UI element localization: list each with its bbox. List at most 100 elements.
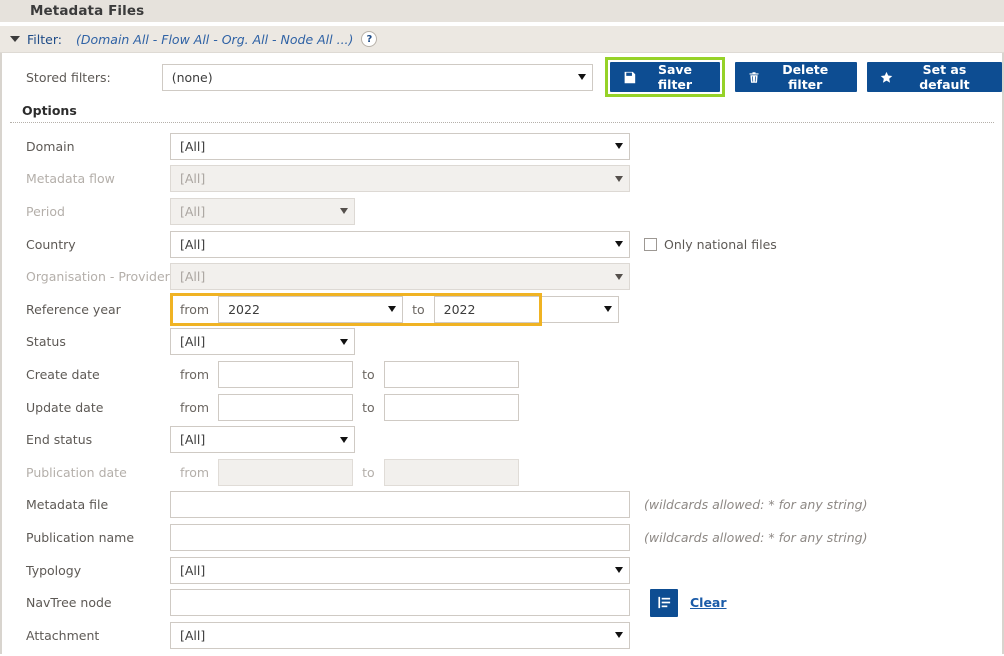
country-value: [All] xyxy=(180,236,206,252)
chevron-down-icon xyxy=(615,567,623,574)
chevron-down-icon xyxy=(388,306,397,313)
row-country: Country [All] Only national files xyxy=(2,228,1002,261)
row-typology: Typology [All] xyxy=(2,554,1002,587)
metadata-flow-label: Metadata flow xyxy=(26,171,115,187)
stored-filters-buttons: Save filter Delete filter Set as default xyxy=(605,57,1002,97)
publication-name-hint: (wildcards allowed: * for any string) xyxy=(644,529,868,545)
chevron-down-icon xyxy=(615,175,623,182)
row-publication-date: Publication date from to xyxy=(2,456,1002,489)
country-label: Country xyxy=(26,236,76,252)
clear-control: Clear xyxy=(650,588,727,617)
end-status-value: [All] xyxy=(180,432,206,448)
row-period: Period [All] xyxy=(2,195,1002,228)
update-date-to-input[interactable] xyxy=(383,393,519,421)
attachment-select[interactable]: [All] xyxy=(170,621,630,649)
row-attachment: Attachment [All] xyxy=(2,619,1002,652)
stored-filters-value: (none) xyxy=(171,69,213,85)
chevron-down-icon xyxy=(340,338,348,345)
row-domain: Domain [All] xyxy=(2,130,1002,163)
save-filter-label: Save filter xyxy=(657,62,693,92)
create-date-to-label: to xyxy=(362,366,375,382)
filter-panel: Stored filters: (none) Save filter Delet… xyxy=(0,53,1004,654)
publication-date-to-label: to xyxy=(362,464,375,480)
set-as-default-label: Set as default xyxy=(919,62,970,92)
status-label: Status xyxy=(26,334,66,350)
chevron-down-icon xyxy=(615,143,623,150)
organisation-provider-label: Organisation - Provider xyxy=(26,269,170,285)
reference-year-from-label: from xyxy=(180,301,210,317)
chevron-down-icon xyxy=(615,632,623,639)
metadata-flow-select: [All] xyxy=(170,165,630,193)
domain-select[interactable]: [All] xyxy=(170,132,630,160)
triangle-down-icon[interactable] xyxy=(10,36,20,42)
end-status-select[interactable]: [All] xyxy=(170,426,355,454)
reference-year-to-select[interactable]: 2022 xyxy=(433,295,619,323)
chevron-down-icon xyxy=(340,436,348,443)
end-status-label: End status xyxy=(26,432,93,448)
reference-year-to-value: 2022 xyxy=(443,301,476,317)
delete-filter-button[interactable]: Delete filter xyxy=(734,62,857,92)
row-end-status: End status [All] xyxy=(2,423,1002,456)
chevron-down-icon xyxy=(603,306,612,313)
star-icon xyxy=(880,71,893,84)
publication-name-input[interactable] xyxy=(170,523,630,551)
typology-select[interactable]: [All] xyxy=(170,556,630,584)
typology-value: [All] xyxy=(180,562,206,578)
clear-form-icon[interactable] xyxy=(650,588,678,617)
row-publication-name: Publication name (wildcards allowed: * f… xyxy=(2,521,1002,554)
save-filter-highlight: Save filter xyxy=(605,57,725,97)
typology-label: Typology xyxy=(26,562,82,578)
metadata-file-input[interactable] xyxy=(170,491,630,519)
clear-link[interactable]: Clear xyxy=(690,595,727,610)
domain-value: [All] xyxy=(180,138,206,154)
country-select[interactable]: [All] xyxy=(170,230,630,258)
row-status: Status [All] xyxy=(2,326,1002,359)
create-date-to-input[interactable] xyxy=(383,360,519,388)
save-icon xyxy=(623,71,636,84)
reference-year-from-select[interactable]: 2022 xyxy=(218,295,404,323)
period-value: [All] xyxy=(180,203,206,219)
filter-summary: (Domain All - Flow All - Org. All - Node… xyxy=(75,31,354,47)
only-national-files-checkbox[interactable]: Only national files xyxy=(644,237,777,252)
chevron-down-icon xyxy=(615,241,623,248)
reference-year-to-label: to xyxy=(412,301,425,317)
row-create-date: Create date from to xyxy=(2,358,1002,391)
stored-filters-select[interactable]: (none) xyxy=(161,63,594,91)
organisation-provider-value: [All] xyxy=(180,269,206,285)
update-date-from-label: from xyxy=(180,399,210,415)
metadata-file-label: Metadata file xyxy=(26,497,109,513)
filter-collapsible-header[interactable]: Filter: (Domain All - Flow All - Org. Al… xyxy=(0,23,1004,53)
chevron-down-icon xyxy=(615,273,623,280)
row-metadata-file: Metadata file (wildcards allowed: * for … xyxy=(2,489,1002,522)
only-national-files-label: Only national files xyxy=(664,236,777,252)
chevron-down-icon xyxy=(340,208,348,215)
create-date-from-label: from xyxy=(180,366,210,382)
attachment-value: [All] xyxy=(180,627,206,643)
page-title: Metadata Files xyxy=(30,3,145,19)
delete-filter-label: Delete filter xyxy=(782,62,829,92)
attachment-label: Attachment xyxy=(26,627,100,643)
navtree-node-label: NavTree node xyxy=(26,595,112,611)
navtree-node-input[interactable] xyxy=(170,589,630,617)
row-organisation-provider: Organisation - Provider [All] xyxy=(2,260,1002,293)
stored-filters-row: Stored filters: (none) Save filter Delet… xyxy=(2,53,1002,101)
reference-year-label: Reference year xyxy=(26,301,121,317)
reference-year-from-value: 2022 xyxy=(228,301,260,317)
organisation-provider-select: [All] xyxy=(170,263,630,291)
publication-date-to-input xyxy=(383,458,519,486)
row-metadata-flow: Metadata flow [All] xyxy=(2,163,1002,196)
options-heading: Options xyxy=(10,101,994,123)
domain-label: Domain xyxy=(26,138,75,154)
publication-name-label: Publication name xyxy=(26,529,135,545)
filter-label: Filter: xyxy=(27,31,62,47)
status-value: [All] xyxy=(180,334,206,350)
set-as-default-button[interactable]: Set as default xyxy=(866,62,1002,92)
stored-filters-label: Stored filters: xyxy=(26,69,111,85)
help-icon[interactable]: ? xyxy=(361,31,378,47)
save-filter-button[interactable]: Save filter xyxy=(610,62,720,92)
create-date-from-input[interactable] xyxy=(218,360,354,388)
row-reference-year: Reference year from 2022 to 2022 xyxy=(2,292,1002,326)
update-date-from-input[interactable] xyxy=(218,393,354,421)
status-select[interactable]: [All] xyxy=(170,328,355,356)
period-select: [All] xyxy=(170,197,355,225)
